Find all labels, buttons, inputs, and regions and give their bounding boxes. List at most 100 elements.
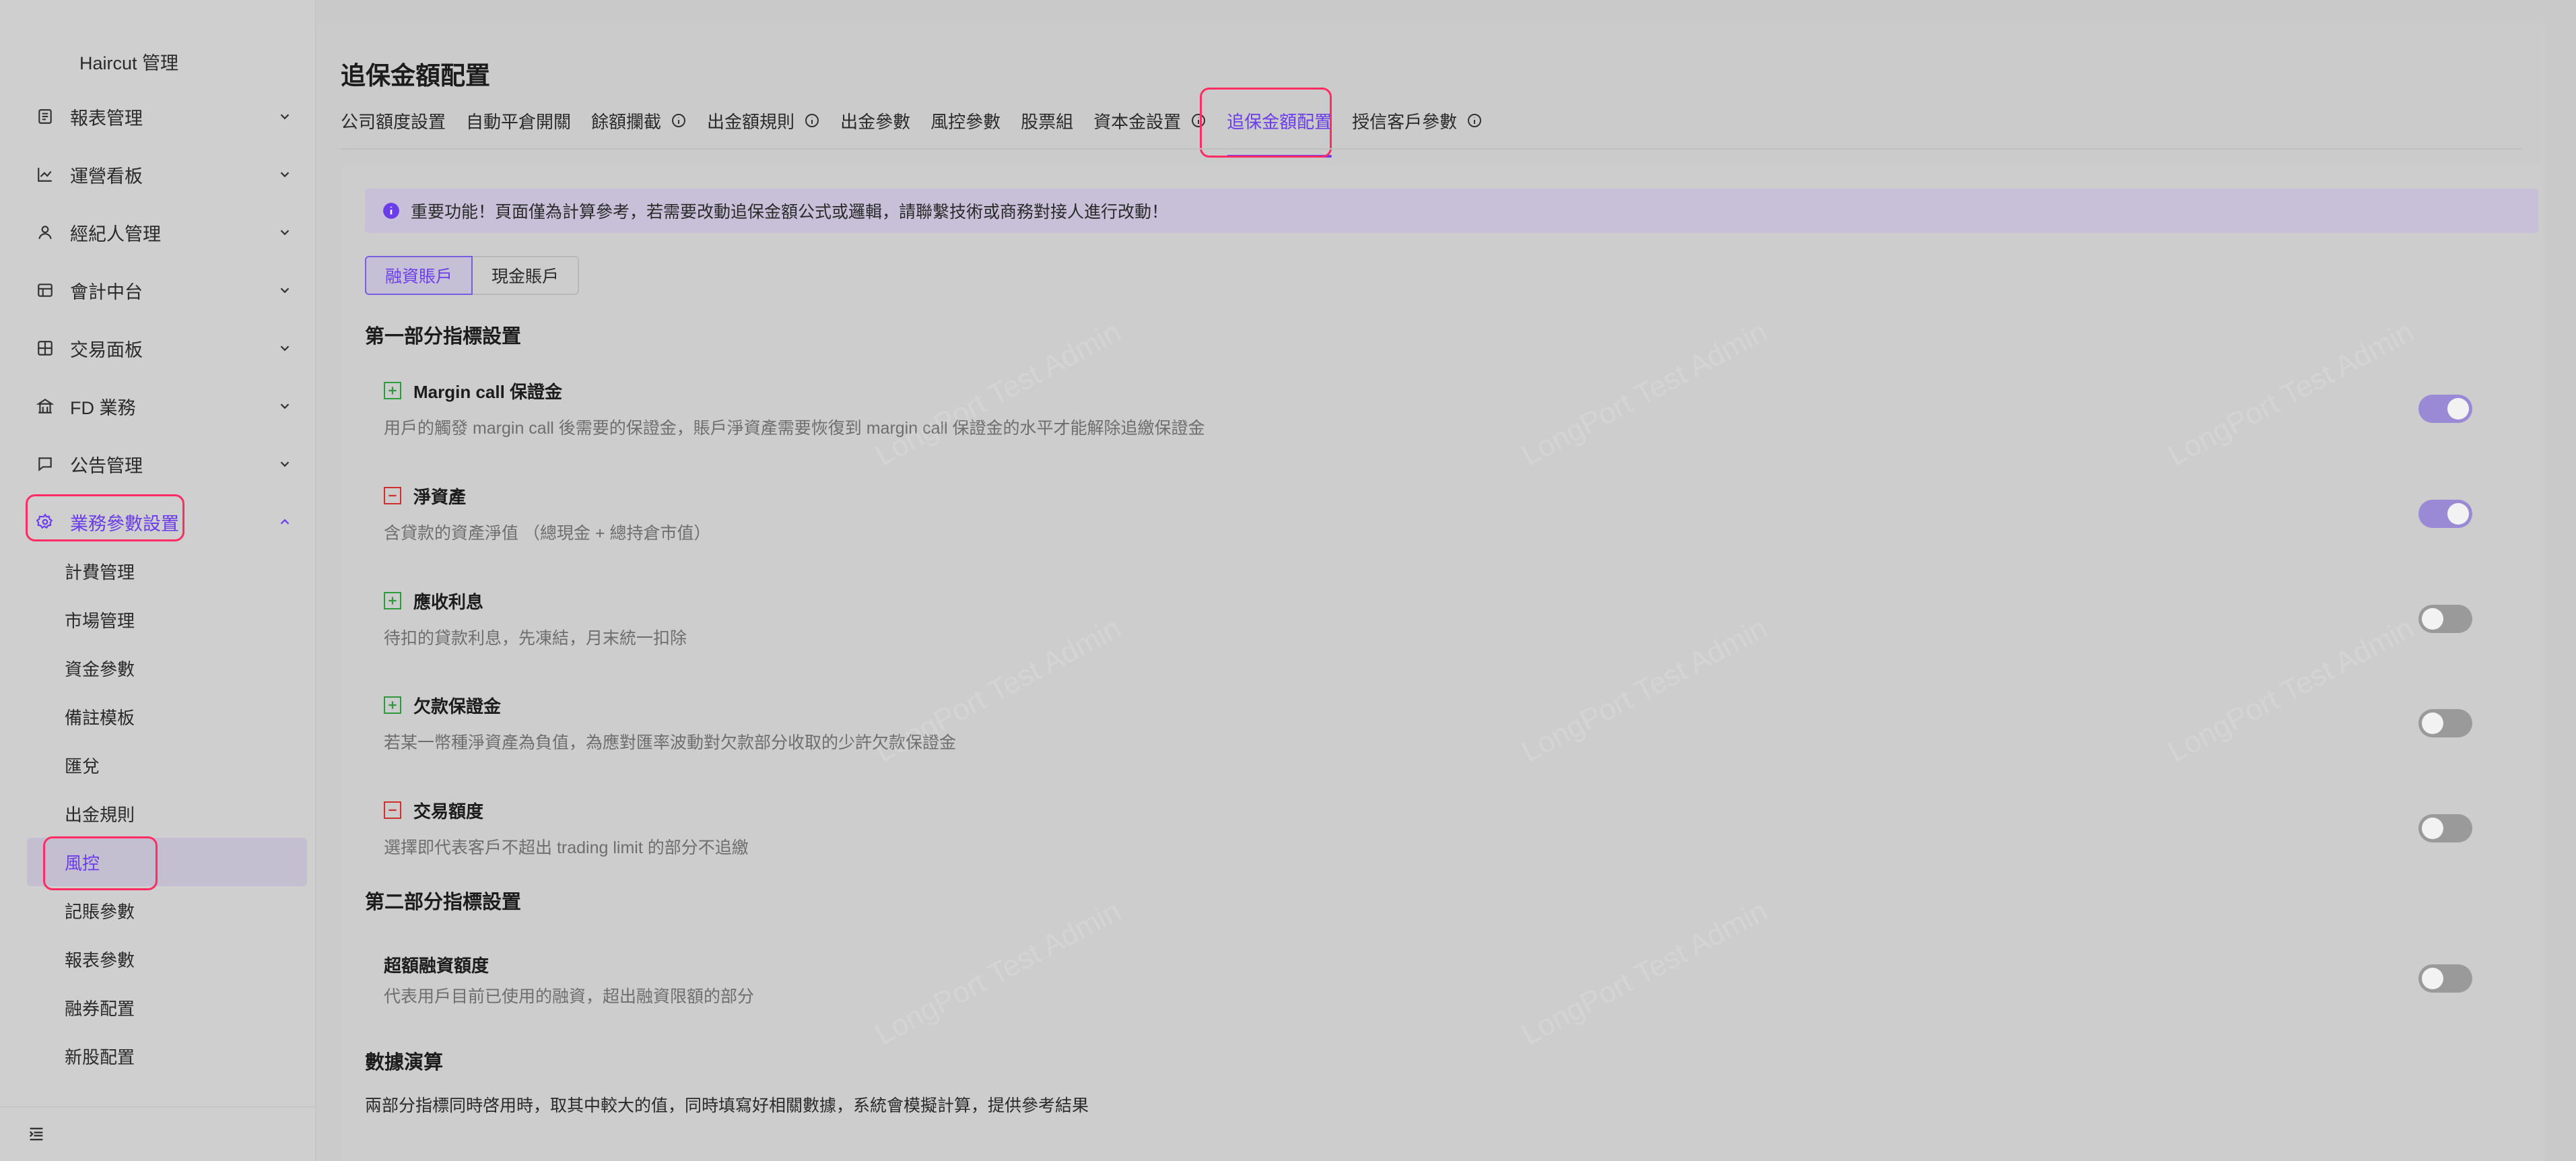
tab-auto-liquidation[interactable]: 自動平倉開關 — [466, 108, 571, 133]
indicator-desc: 待扣的貸款利息，先凍結，月末統一扣除 — [384, 629, 687, 648]
sidebar-footer — [0, 1106, 315, 1161]
sidebar: Haircut 管理 報表管理 運營看板 經紀人管理 會計中台 交易面板 FD … — [0, 0, 316, 1161]
tab-bar: 公司額度設置 自動平倉開關 餘額攔截 出金額規則 出金參數 風控參數 股票組 資… — [341, 108, 1503, 162]
cash-account-tab[interactable]: 現金賬戶 — [473, 256, 580, 295]
chevron-down-icon — [280, 230, 290, 236]
chevron-up-icon — [280, 519, 290, 525]
tab-label: 餘額攔截 — [591, 111, 662, 132]
sidebar-item-label: 經紀人管理 — [70, 224, 161, 244]
sidebar-item-ops-dashboard[interactable]: 運營看板 — [27, 145, 304, 203]
sidebar-subitem-billing[interactable]: 計費管理 — [27, 547, 307, 595]
chart-icon — [35, 164, 55, 185]
sidebar-item-report[interactable]: 報表管理 — [27, 88, 304, 145]
info-icon[interactable] — [671, 112, 687, 129]
indicator-desc: 選擇即代表客戶不超出 trading limit 的部分不追繳 — [384, 838, 749, 857]
tab-credit-client-params[interactable]: 授信客戶參數 — [1352, 108, 1483, 133]
chevron-down-icon — [280, 461, 290, 467]
sidebar-item-business-params[interactable]: 業務參數設置 — [27, 493, 304, 551]
settings-icon — [35, 512, 55, 532]
sidebar-subitem-market[interactable]: 市場管理 — [27, 595, 307, 644]
tab-divider — [341, 148, 2522, 150]
excess-financing-toggle[interactable] — [2418, 964, 2472, 993]
user-icon — [35, 222, 55, 242]
indicator-trading-limit: 交易額度 選擇即代表客戶不超出 trading limit 的部分不追繳 — [384, 799, 2525, 859]
sidebar-subitem-report-params[interactable]: 報表參數 — [27, 935, 307, 983]
net-assets-toggle[interactable] — [2418, 500, 2472, 528]
tab-capital-settings[interactable]: 資本金設置 — [1093, 108, 1207, 133]
ledger-icon — [35, 280, 55, 300]
simulation-desc: 兩部分指標同時啓用時，取其中較大的值，同時填寫好相關數據，系統會模擬計算，提供參… — [365, 1096, 1089, 1115]
tab-withdraw-amount-rules[interactable]: 出金額規則 — [707, 108, 820, 133]
sidebar-subitem-fund-params[interactable]: 資金參數 — [27, 644, 307, 692]
tab-stock-group[interactable]: 股票組 — [1021, 108, 1073, 133]
info-icon[interactable] — [1466, 112, 1483, 129]
info-icon[interactable] — [804, 112, 820, 129]
sidebar-item-broker[interactable]: 經紀人管理 — [27, 203, 304, 261]
tab-label: 追保金額配置 — [1227, 111, 1332, 132]
interest-receivable-toggle[interactable] — [2418, 605, 2472, 633]
sidebar-subitem-ipo[interactable]: 新股配置 — [27, 1032, 307, 1080]
sidebar-subitem-bookkeeping[interactable]: 記賬參數 — [27, 886, 307, 935]
tab-label: 自動平倉開關 — [466, 111, 572, 132]
sidebar-subitem-remark-template[interactable]: 備註模板 — [27, 692, 307, 741]
sidebar-menu: 報表管理 運營看板 經紀人管理 會計中台 交易面板 FD 業務 公告管理 業務參… — [27, 88, 304, 551]
sidebar-item-label: 運營看板 — [70, 166, 143, 187]
collapse-menu-icon[interactable] — [27, 1125, 46, 1143]
indicator-desc: 含貸款的資產淨值 （總現金 + 總持倉市值） — [384, 524, 711, 543]
chevron-down-icon — [280, 403, 290, 409]
account-type-switch: 融資賬戶 現金賬戶 — [365, 256, 580, 295]
grid-icon — [35, 338, 55, 358]
sidebar-subitem-securities-lending[interactable]: 融券配置 — [27, 983, 307, 1032]
chevron-down-icon — [280, 288, 290, 294]
indicator-margin-call: Margin call 保證金 用戶的觸發 margin call 後需要的保證… — [384, 380, 2525, 439]
alert-text: 重要功能！頁面僅為計算參考，若需要改動追保金額公式或邏輯，請聯繫技術或商務對接人… — [411, 203, 1169, 222]
tab-label: 出金額規則 — [707, 111, 795, 132]
info-icon[interactable] — [1190, 112, 1207, 129]
sidebar-subitem-withdraw-rules[interactable]: 出金規則 — [27, 789, 307, 838]
trading-limit-toggle[interactable] — [2418, 814, 2472, 842]
sidebar-item-label: FD 業務 — [70, 397, 136, 418]
sidebar-subitem-exchange[interactable]: 匯兌 — [27, 741, 307, 789]
tab-risk-params[interactable]: 風控參數 — [930, 108, 1001, 133]
section-title-part2: 第二部分指標設置 — [365, 892, 522, 913]
tab-label: 風控參數 — [930, 111, 1001, 132]
plus-icon — [384, 696, 401, 714]
info-filled-icon — [383, 203, 399, 219]
sidebar-item-accounting[interactable]: 會計中台 — [27, 261, 304, 319]
indicator-title: 超額融資額度 — [384, 955, 489, 976]
chevron-down-icon — [280, 114, 290, 120]
indicator-debt-margin: 欠款保證金 若某一幣種淨資產為負值，為應對匯率波動對欠款部分收取的少許欠款保證金 — [384, 694, 2525, 754]
indicator-title: 交易額度 — [413, 801, 484, 822]
sidebar-item-trading-panel[interactable]: 交易面板 — [27, 319, 304, 377]
important-alert: 重要功能！頁面僅為計算參考，若需要改動追保金額公式或邏輯，請聯繫技術或商務對接人… — [365, 189, 2538, 233]
indicator-title: 應收利息 — [413, 591, 484, 612]
debt-margin-toggle[interactable] — [2418, 709, 2472, 737]
sidebar-item-announcement[interactable]: 公告管理 — [27, 435, 304, 493]
tab-company-limit[interactable]: 公司額度設置 — [341, 108, 446, 133]
tab-label: 授信客戶參數 — [1352, 111, 1458, 132]
sidebar-subitem-risk-control[interactable]: 風控 — [27, 838, 307, 886]
indicator-title: 欠款保證金 — [413, 696, 502, 717]
plus-icon — [384, 382, 401, 399]
sidebar-item-label: 會計中台 — [70, 281, 143, 302]
tab-label: 出金參數 — [840, 111, 911, 132]
sidebar-item-label: 交易面板 — [70, 339, 143, 360]
chevron-down-icon — [280, 172, 290, 178]
margin-call-toggle[interactable] — [2418, 395, 2472, 423]
indicator-interest-receivable: 應收利息 待扣的貸款利息，先凍結，月末統一扣除 — [384, 590, 2525, 649]
tab-balance-intercept[interactable]: 餘額攔截 — [591, 108, 687, 133]
tab-withdraw-params[interactable]: 出金參數 — [840, 108, 910, 133]
tab-margin-call-config[interactable]: 追保金額配置 — [1227, 108, 1332, 158]
indicator-desc: 代表用戶目前已使用的融資，超出融資限額的部分 — [384, 987, 755, 1006]
tab-label: 股票組 — [1021, 111, 1074, 132]
sidebar-item-fd-business[interactable]: FD 業務 — [27, 377, 304, 435]
indicator-title: Margin call 保證金 — [413, 381, 563, 402]
plus-icon — [384, 592, 401, 609]
sidebar-item-haircut[interactable]: Haircut 管理 — [79, 48, 178, 75]
chevron-down-icon — [280, 345, 290, 352]
tab-label: 資本金設置 — [1093, 111, 1182, 132]
indicator-title: 淨資產 — [413, 486, 467, 507]
margin-account-tab[interactable]: 融資賬戶 — [365, 256, 473, 295]
report-icon — [35, 106, 55, 127]
config-card: 重要功能！頁面僅為計算參考，若需要改動追保金額公式或邏輯，請聯繫技術或商務對接人… — [341, 164, 2542, 1161]
